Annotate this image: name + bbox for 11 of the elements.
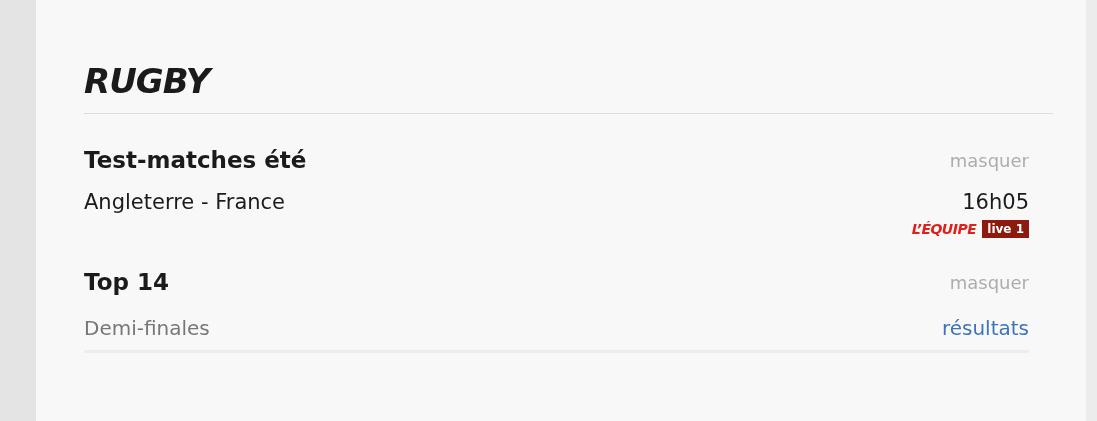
sport-title: RUGBY [84,58,1053,114]
channel-badge: live 1 [982,220,1029,238]
hide-link[interactable]: masquer [949,271,1029,293]
competition-title: Test-matches été [84,147,307,173]
competition-title: Top 14 [84,269,169,295]
match-time: 16h05 [962,190,1029,214]
round-label: Demi-finales [84,316,210,340]
match-teams: Angleterre - France [84,190,287,214]
results-link[interactable]: résultats [941,316,1029,340]
hide-link[interactable]: masquer [949,149,1029,171]
channel-logo: L’ÉQUIPE [911,221,977,237]
